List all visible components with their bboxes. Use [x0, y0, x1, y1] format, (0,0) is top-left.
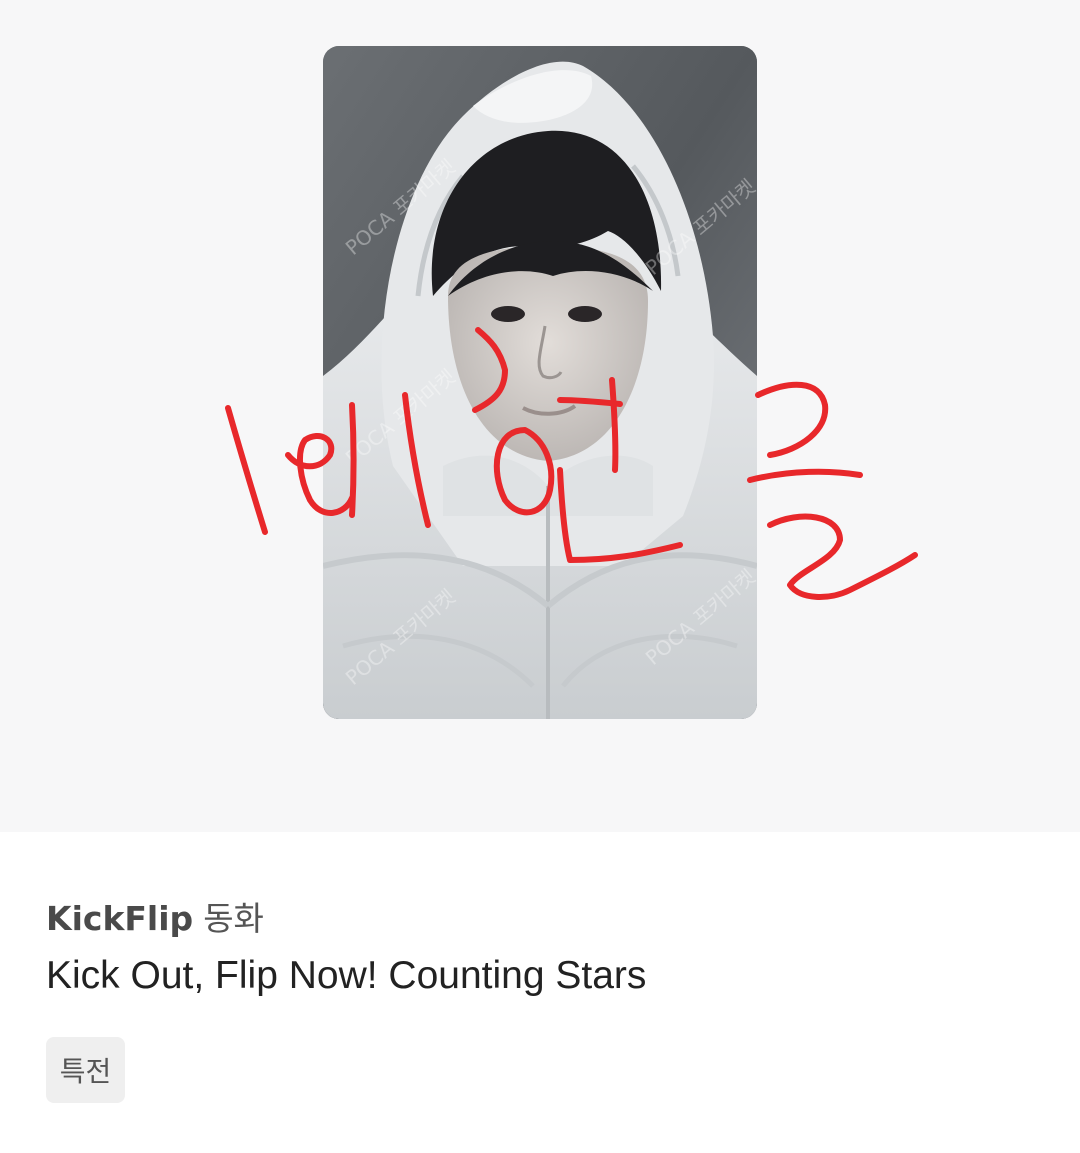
tag-badge[interactable]: 특전	[46, 1037, 125, 1103]
photocard-image[interactable]: POCA 포카마켓 POCA 포카마켓 POCA 포카마켓 POCA 포카마켓 …	[323, 46, 757, 719]
member-name[interactable]: 동화	[203, 899, 264, 938]
artist-line[interactable]: KickFlip 동화	[46, 892, 264, 940]
product-detail-page: POCA 포카마켓 POCA 포카마켓 POCA 포카마켓 POCA 포카마켓 …	[0, 0, 1080, 1153]
artist-name[interactable]: KickFlip	[46, 899, 193, 938]
album-title: Kick Out, Flip Now! Counting Stars	[46, 954, 647, 997]
photocard-illustration: POCA 포카마켓 POCA 포카마켓 POCA 포카마켓 POCA 포카마켓 …	[323, 46, 757, 719]
product-image-area[interactable]: POCA 포카마켓 POCA 포카마켓 POCA 포카마켓 POCA 포카마켓 …	[0, 0, 1080, 832]
